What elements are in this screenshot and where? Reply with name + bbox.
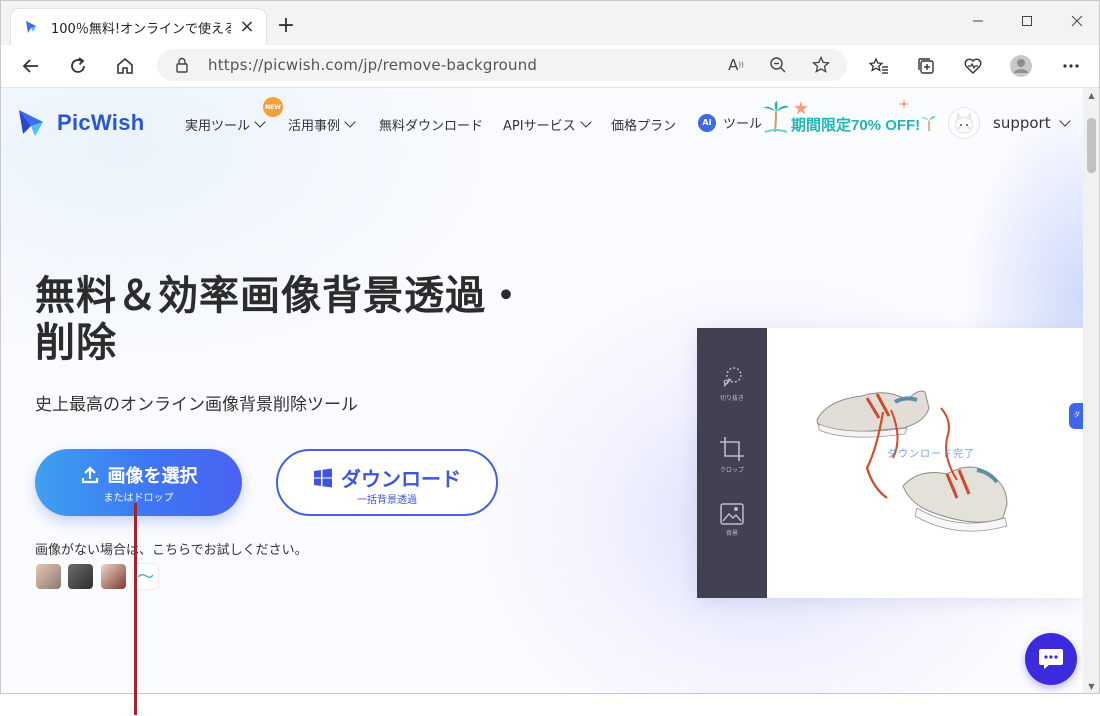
editor-preview: 切り抜き クロップ 背景 ダウンロード完了: [697, 328, 1083, 598]
account-label: support: [993, 114, 1051, 132]
browser-toolbar: https://picwish.com/jp/remove-background…: [1, 45, 1099, 88]
try-sample-text: 画像がない場合は、こちらでお試しください。: [35, 543, 308, 558]
collections-icon[interactable]: [912, 53, 940, 79]
palm-tree-small-icon: [922, 116, 936, 131]
picwish-logo-icon: [19, 110, 43, 136]
browser-window: 100％無料!オンラインで使える写真 × + https://picwish.: [0, 0, 1100, 694]
tool-cutout[interactable]: 切り抜き: [697, 366, 767, 402]
window-close-icon[interactable]: [1062, 11, 1092, 35]
image-icon: [720, 503, 744, 525]
annotation-pointer-line: [134, 503, 137, 715]
maximize-icon[interactable]: [1012, 11, 1042, 35]
picwish-favicon-icon: [23, 19, 39, 35]
account-menu[interactable]: support: [993, 114, 1071, 132]
new-badge: NEW: [263, 97, 283, 117]
minimize-icon[interactable]: [963, 11, 993, 35]
nav-item-cases[interactable]: 活用事例: [288, 115, 356, 134]
nav-item-pricing[interactable]: 価格プラン: [611, 115, 676, 134]
tab-close-icon[interactable]: ×: [238, 18, 256, 36]
read-aloud-icon[interactable]: A)): [725, 55, 747, 75]
home-icon[interactable]: [111, 53, 139, 79]
back-icon[interactable]: [17, 53, 45, 79]
page-scrollbar[interactable]: ▲ ▼: [1083, 88, 1099, 693]
hero-title-line-1: 無料＆効率画像背景透過・: [35, 273, 527, 319]
chevron-down-icon: [579, 116, 592, 128]
select-image-label: 画像を選択: [107, 466, 198, 487]
download-app-button-main: ダウンロード: [278, 463, 496, 492]
refresh-icon[interactable]: [64, 53, 92, 79]
browser-tab[interactable]: 100％無料!オンラインで使える写真 ×: [11, 9, 266, 45]
promo-banner[interactable]: 期間限定70% OFF!: [791, 114, 920, 135]
select-image-button[interactable]: 画像を選択 またはドロップ: [35, 449, 242, 516]
windows-icon: [314, 468, 332, 487]
nav-item-tools[interactable]: 実用ツール: [185, 115, 266, 134]
address-bar[interactable]: https://picwish.com/jp/remove-background…: [157, 49, 847, 81]
upload-icon: [81, 466, 98, 484]
chat-icon: [1039, 649, 1063, 669]
favorite-star-icon[interactable]: [810, 55, 832, 75]
nav-item-ai-tools[interactable]: AI ツール: [698, 113, 762, 132]
site-logo[interactable]: PicWish: [17, 108, 144, 138]
nav-item-label: 無料ダウンロード: [379, 119, 484, 134]
lock-icon[interactable]: [175, 57, 189, 77]
sample-thumbnail[interactable]: [101, 564, 126, 589]
nav-item-label: ツール: [723, 117, 763, 132]
palm-tree-icon: [763, 101, 789, 133]
edge-side-tab[interactable]: ダ: [1069, 403, 1083, 429]
tool-crop[interactable]: クロップ: [697, 436, 767, 474]
nav-item-download[interactable]: 無料ダウンロード: [379, 115, 483, 134]
read-aloud-label: A: [728, 56, 739, 74]
page-content: PicWish NEW 実用ツール 活用事例 無料ダウンロード APIサービス …: [1, 88, 1083, 693]
chevron-down-icon: [254, 116, 266, 128]
nav-item-label: 価格プラン: [611, 119, 677, 134]
sample-thumbnail[interactable]: [68, 564, 93, 589]
chevron-down-icon: [344, 116, 356, 128]
starfish-icon: [794, 101, 808, 115]
avatar[interactable]: [949, 108, 979, 138]
logo-text: PicWish: [57, 110, 145, 135]
more-options-icon[interactable]: [1057, 53, 1085, 79]
browser-essentials-icon[interactable]: [959, 53, 987, 79]
sparkle-icon: [898, 98, 910, 110]
hero-title: 無料＆効率画像背景透過・ 削除: [35, 273, 555, 367]
hero-title-line-2: 削除: [35, 320, 117, 366]
favorites-icon[interactable]: [865, 53, 893, 79]
cutout-icon: [723, 367, 742, 387]
nav-item-label: 活用事例: [288, 119, 341, 134]
hero-subtitle: 史上最高のオンライン画像背景削除ツール: [35, 395, 358, 415]
tool-label: 背景: [725, 530, 738, 537]
download-app-sublabel: 一括背景透過: [357, 495, 417, 506]
scroll-thumb[interactable]: [1087, 118, 1096, 173]
select-image-sublabel: またはドロップ: [103, 493, 174, 504]
nav-item-api[interactable]: APIサービス: [503, 115, 592, 134]
tool-background[interactable]: 背景: [697, 503, 767, 537]
tab-title: 100％無料!オンラインで使える写真: [51, 21, 231, 37]
crop-icon: [720, 437, 744, 461]
tab-strip: 100％無料!オンラインで使える写真 × +: [1, 1, 1099, 45]
url-text[interactable]: https://picwish.com/jp/remove-background: [208, 56, 537, 74]
ai-icon: AI: [698, 113, 716, 132]
scroll-up-icon[interactable]: ▲: [1087, 91, 1096, 100]
editor-tool-panel: 切り抜き クロップ 背景: [697, 328, 767, 598]
select-image-button-main: 画像を選択: [35, 462, 242, 488]
scroll-down-icon[interactable]: ▼: [1087, 682, 1096, 691]
nav-item-label: 実用ツール: [185, 119, 251, 134]
zoom-icon[interactable]: [767, 55, 789, 75]
new-tab-icon[interactable]: +: [274, 15, 298, 37]
download-app-label: ダウンロード: [341, 467, 461, 491]
download-complete-status: ダウンロード完了: [887, 449, 975, 460]
tool-label: 切り抜き: [719, 395, 744, 402]
chevron-down-icon: [1058, 114, 1071, 127]
tool-label: クロップ: [719, 467, 744, 474]
nav-item-label: APIサービス: [503, 119, 576, 134]
profile-avatar-icon[interactable]: [1007, 53, 1035, 79]
chat-button[interactable]: [1025, 633, 1077, 685]
sample-thumbnail[interactable]: [36, 564, 61, 589]
download-app-button[interactable]: ダウンロード 一括背景透過: [276, 449, 498, 516]
sneaker-image: [816, 390, 1008, 532]
